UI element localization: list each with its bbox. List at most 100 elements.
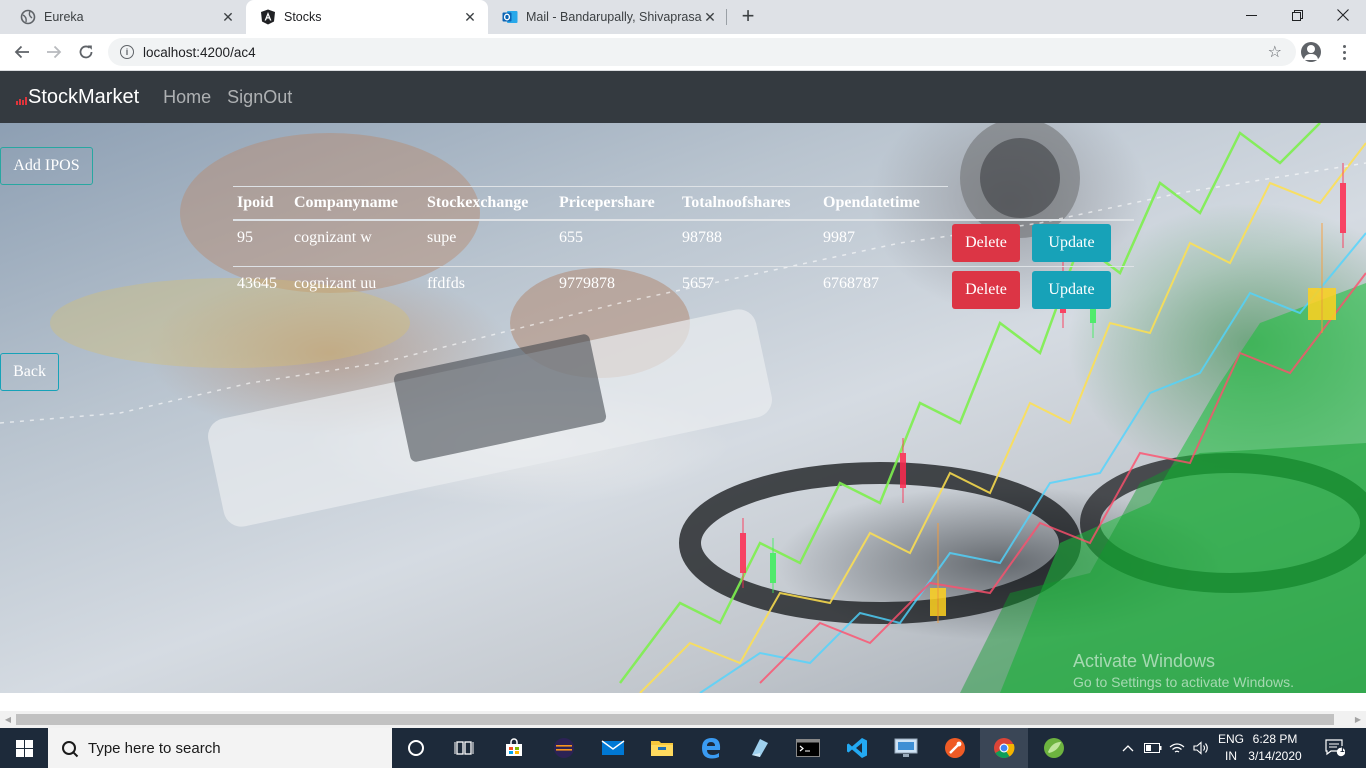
reload-icon: [79, 45, 93, 59]
table-row: 95 cognizant w supe 655 98788 9987 Delet…: [233, 219, 1134, 267]
windows-taskbar: Type here to search ENG IN 6:28 PM 3/14/…: [0, 728, 1366, 768]
tab-title: Stocks: [284, 10, 322, 24]
restore-icon: [1291, 9, 1303, 21]
back-button[interactable]: Back: [0, 353, 59, 391]
windows-start-button[interactable]: [0, 728, 48, 768]
watermark-title: Activate Windows: [1073, 651, 1216, 671]
cell-totalnoofshares: 5657: [678, 266, 819, 314]
nav-signout-link[interactable]: SignOut: [227, 87, 292, 108]
chart-logo-icon: [16, 95, 28, 105]
close-window-button[interactable]: [1320, 0, 1366, 30]
notepad-icon[interactable]: [735, 728, 783, 768]
volume-icon[interactable]: [1190, 728, 1212, 768]
table-header-row: Ipoid Companyname Stockexchange Priceper…: [233, 186, 1134, 221]
close-icon[interactable]: ✕: [220, 9, 236, 25]
nav-home-link[interactable]: Home: [163, 87, 211, 108]
language-indicator[interactable]: ENG IN: [1214, 731, 1248, 765]
tray-chevron-icon[interactable]: [1118, 728, 1138, 768]
postman-icon[interactable]: [931, 728, 979, 768]
watermark-subtitle: Go to Settings to activate Windows.: [1073, 674, 1294, 690]
command-prompt-icon[interactable]: [784, 728, 832, 768]
minimize-button[interactable]: [1228, 0, 1274, 30]
outlook-icon: [502, 9, 518, 25]
column-header: Stockexchange: [423, 186, 555, 221]
info-icon[interactable]: i: [120, 45, 134, 59]
address-bar[interactable]: i localhost:4200/ac4 ☆: [108, 38, 1296, 66]
update-button[interactable]: Update: [1032, 224, 1111, 263]
cell-pricepershare: 655: [555, 219, 678, 267]
close-icon: [1337, 9, 1349, 21]
actions-header: [948, 186, 1134, 221]
tab-title: Mail - Bandarupally, Shivaprasad: [526, 10, 702, 24]
tab-eureka[interactable]: Eureka ✕: [6, 0, 246, 34]
wifi-icon[interactable]: [1166, 728, 1188, 768]
clock-date: 3/14/2020: [1248, 749, 1302, 763]
language-line1: ENG: [1217, 732, 1244, 746]
cell-opendatetime: 6768787: [819, 266, 948, 314]
taskbar-search-input[interactable]: Type here to search: [48, 728, 392, 768]
arrow-left-icon: [14, 45, 29, 59]
cell-pricepershare: 9779878: [555, 266, 678, 314]
cell-actions: Delete Update: [948, 219, 1134, 267]
task-view-icon[interactable]: [440, 728, 488, 768]
windows-logo-icon: [15, 739, 33, 757]
cell-stockexchange: ffdfds: [423, 266, 555, 314]
notification-count: 1: [1340, 745, 1345, 754]
brand-name[interactable]: StockMarket: [28, 86, 139, 109]
delete-button[interactable]: Delete: [952, 224, 1020, 263]
spring-tool-suite-icon[interactable]: [1030, 728, 1078, 768]
browser-menu-icon[interactable]: [1336, 40, 1352, 64]
profile-avatar-icon[interactable]: [1301, 42, 1321, 62]
language-line2: IN: [1225, 749, 1237, 763]
tab-title: Eureka: [44, 10, 84, 24]
column-header: Ipoid: [233, 186, 290, 221]
browser-tab-strip: Eureka ✕ Stocks ✕ Mail - Bandarupally, S…: [0, 0, 1366, 34]
url-text[interactable]: localhost:4200/ac4: [143, 45, 256, 60]
mail-icon[interactable]: [589, 728, 637, 768]
browser-toolbar: i localhost:4200/ac4 ☆: [0, 34, 1366, 71]
clock-time: 6:28 PM: [1252, 732, 1298, 746]
globe-icon: [20, 9, 36, 25]
cortana-icon[interactable]: [392, 728, 440, 768]
app-navbar: StockMarket Home SignOut: [0, 71, 1366, 123]
back-arrow-button[interactable]: [10, 40, 34, 64]
reload-button[interactable]: [74, 40, 98, 64]
eclipse-icon[interactable]: [540, 728, 588, 768]
search-placeholder: Type here to search: [88, 739, 221, 757]
vscode-icon[interactable]: [833, 728, 881, 768]
scrollbar-thumb[interactable]: [16, 714, 1334, 725]
cell-stockexchange: supe: [423, 219, 555, 267]
column-header: Totalnoofshares: [678, 186, 819, 221]
bookmark-star-icon[interactable]: ☆: [1268, 42, 1282, 62]
column-header: Opendatetime: [819, 186, 948, 221]
remote-desktop-icon[interactable]: [882, 728, 930, 768]
arrow-right-icon: [47, 45, 62, 59]
new-tab-button[interactable]: +: [736, 5, 760, 29]
add-ipos-button[interactable]: Add IPOS: [0, 147, 93, 185]
tab-mail[interactable]: Mail - Bandarupally, Shivaprasad ✕: [488, 0, 728, 34]
restore-button[interactable]: [1274, 0, 1320, 30]
close-icon[interactable]: ✕: [702, 9, 718, 25]
action-center-button[interactable]: 1: [1318, 728, 1352, 768]
close-icon[interactable]: ✕: [462, 9, 478, 25]
column-header: Pricepershare: [555, 186, 678, 221]
cell-ipoid: 43645: [233, 266, 290, 314]
forward-arrow-button[interactable]: [42, 40, 66, 64]
edge-icon[interactable]: [687, 728, 735, 768]
cell-companyname: cognizant w: [290, 219, 423, 267]
chrome-icon[interactable]: [980, 728, 1028, 768]
scroll-left-icon[interactable]: ◀: [0, 711, 16, 728]
scroll-right-icon[interactable]: ▶: [1350, 711, 1366, 728]
battery-icon[interactable]: [1142, 728, 1164, 768]
horizontal-scrollbar[interactable]: ◀ ▶: [0, 711, 1366, 728]
ipo-table: Ipoid Companyname Stockexchange Priceper…: [233, 186, 1134, 314]
search-icon: [59, 738, 79, 758]
activate-windows-watermark: Activate Windows Go to Settings to activ…: [1073, 651, 1294, 690]
delete-button[interactable]: Delete: [952, 271, 1020, 310]
file-explorer-icon[interactable]: [638, 728, 686, 768]
taskbar-clock[interactable]: 6:28 PM 3/14/2020: [1244, 731, 1306, 765]
store-icon[interactable]: [490, 728, 538, 768]
update-button[interactable]: Update: [1032, 271, 1111, 310]
tab-stocks[interactable]: Stocks ✕: [246, 0, 488, 34]
brand[interactable]: StockMarket: [16, 86, 139, 109]
